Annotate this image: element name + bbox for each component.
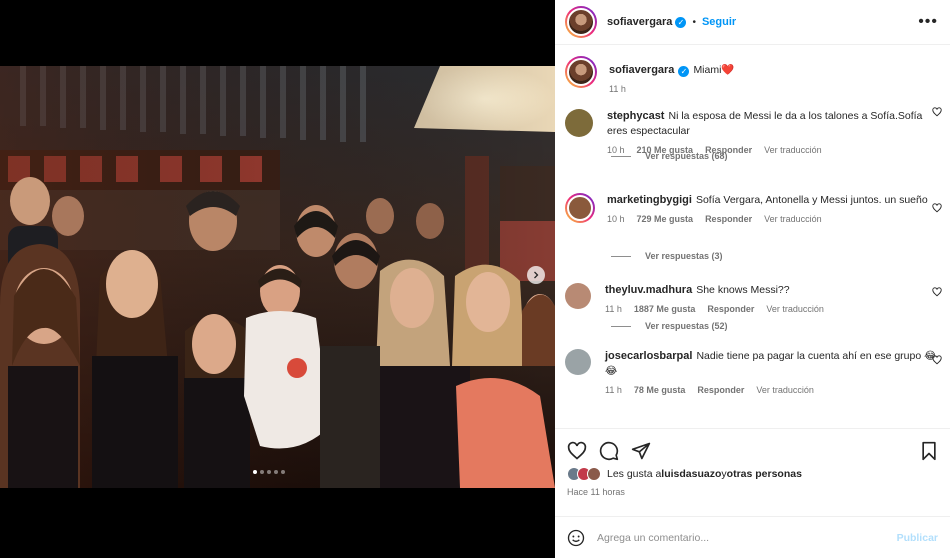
commenter-avatar[interactable] (565, 109, 593, 137)
caption-time: 11 h (609, 84, 626, 94)
author-username[interactable]: sofiavergara (607, 16, 672, 28)
translate-button[interactable]: Ver traducción (764, 214, 822, 224)
carousel-dot (281, 470, 285, 474)
comments-list[interactable]: sofiavergara ✓ Miami❤️ 11 h stephycast Ni l… (555, 46, 950, 428)
carousel-indicator (253, 470, 285, 474)
comment-likes[interactable]: 78 Me gusta (634, 385, 686, 395)
carousel-dot (253, 470, 257, 474)
separator-dot: • (692, 16, 696, 28)
comment-likes[interactable]: 210 Me gusta (637, 145, 694, 155)
translate-button[interactable]: Ver traducción (766, 304, 824, 314)
comment-username[interactable]: stephycast (607, 110, 664, 122)
comment-icon[interactable] (599, 441, 619, 461)
comment-item: josecarlosbarpal Nadie tiene pa pagar la … (555, 347, 950, 407)
commenter-avatar[interactable] (565, 349, 591, 375)
reply-button[interactable]: Responder (697, 385, 744, 395)
comment-likes[interactable]: 729 Me gusta (637, 214, 694, 224)
heart-icon[interactable] (567, 441, 587, 461)
comment-text: Sofía Vergara, Antonella y Messi juntos.… (695, 194, 928, 206)
translate-button[interactable]: Ver traducción (764, 145, 822, 155)
commenter-avatar[interactable] (565, 283, 591, 309)
verified-icon: ✓ (678, 66, 690, 77)
translate-button[interactable]: Ver traducción (756, 385, 814, 395)
carousel-next-button[interactable] (527, 266, 545, 284)
carousel-dot (267, 470, 271, 474)
comment-time: 11 h (605, 385, 622, 395)
post-header: sofiavergara ✓ • Seguir ••• (555, 0, 950, 45)
heart-icon[interactable] (932, 107, 942, 117)
add-comment-bar: Publicar (555, 516, 950, 558)
carousel-dot (260, 470, 264, 474)
comment-username[interactable]: marketingbygigi (607, 194, 692, 206)
verified-icon: ✓ (675, 16, 687, 28)
follow-button[interactable]: Seguir (702, 16, 736, 28)
caption-text: Miami❤️ (693, 64, 735, 76)
reply-button[interactable]: Responder (705, 214, 752, 224)
heart-icon[interactable] (932, 203, 942, 213)
liker-avatar (587, 467, 601, 481)
chevron-right-icon (534, 271, 539, 279)
bookmark-icon[interactable] (920, 441, 938, 461)
heart-icon[interactable] (932, 287, 942, 297)
comment-username[interactable]: theyluv.madhura (605, 284, 692, 296)
likes-summary: Les gusta a luisdasuazo y otras personas (567, 467, 938, 481)
caption-username[interactable]: sofiavergara (609, 64, 674, 76)
liker-username[interactable]: luisdasuazo (661, 468, 721, 480)
comment-input[interactable] (597, 531, 897, 544)
liker-avatars (567, 467, 601, 481)
comment-username[interactable]: josecarlosbarpal (605, 350, 692, 362)
likes-prefix: Les gusta a (607, 468, 662, 480)
share-icon[interactable] (631, 441, 651, 461)
post-caption: sofiavergara ✓ Miami❤️ 11 h (555, 46, 950, 99)
comment-time: 10 h (607, 145, 625, 155)
heart-icon[interactable] (932, 355, 942, 365)
comment-item: stephycast Ni la esposa de Messi le da a … (555, 99, 950, 193)
carousel-dot (274, 470, 278, 474)
commenter-avatar[interactable] (565, 193, 595, 223)
likes-others-link[interactable]: otras personas (727, 468, 802, 480)
post-sidebar: sofiavergara ✓ • Seguir ••• sofiavergara… (555, 0, 950, 558)
publish-button[interactable]: Publicar (897, 532, 938, 544)
comment-item: marketingbygigi Sofía Vergara, Antonella … (555, 191, 950, 285)
post-timestamp: Hace 11 horas (567, 487, 625, 497)
post-media (0, 0, 555, 558)
post-photo[interactable] (0, 66, 555, 488)
emoji-icon[interactable] (567, 529, 585, 547)
post-actions: Les gusta a luisdasuazo y otras personas… (555, 428, 950, 516)
comment-likes[interactable]: 1887 Me gusta (634, 304, 696, 314)
more-icon[interactable]: ••• (918, 14, 938, 30)
reply-button[interactable]: Responder (707, 304, 754, 314)
comment-time: 11 h (605, 304, 622, 314)
comment-text: She knows Messi?? (696, 284, 790, 296)
caption-author-avatar[interactable] (565, 56, 597, 88)
author-avatar[interactable] (565, 6, 597, 38)
comment-time: 10 h (607, 214, 625, 224)
reply-button[interactable]: Responder (705, 145, 752, 155)
group-photo-image (0, 66, 555, 488)
